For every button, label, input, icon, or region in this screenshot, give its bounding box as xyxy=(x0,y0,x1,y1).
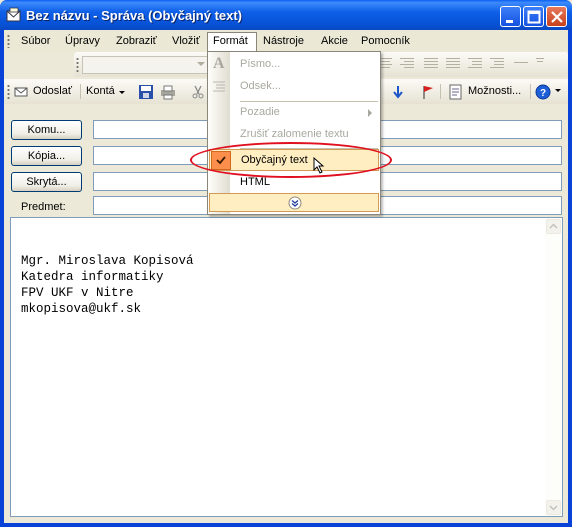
bcc-button[interactable]: Skrytá... xyxy=(11,172,82,192)
line-icon[interactable] xyxy=(514,58,528,70)
print-icon[interactable] xyxy=(160,84,176,100)
accounts-button[interactable]: Kontá xyxy=(86,83,128,101)
menu-subor[interactable]: Súbor xyxy=(16,33,55,50)
message-body[interactable]: Mgr. Miroslava Kopisová Katedra informati… xyxy=(10,217,563,517)
chevron-down-icon xyxy=(197,62,205,66)
menu-item-font[interactable]: A Písmo... xyxy=(208,54,380,76)
format-dropdown-menu: A Písmo... Odsek... Pozadie Zrušiť zalom… xyxy=(207,51,381,215)
flag-icon[interactable] xyxy=(420,84,436,100)
annotation-ellipse xyxy=(190,142,392,178)
cut-icon[interactable] xyxy=(190,84,206,100)
align-right-icon[interactable] xyxy=(400,58,414,70)
vertical-scrollbar[interactable] xyxy=(545,218,562,516)
menu-bar: Súbor Úpravy Zobraziť Vložiť Formát Nást… xyxy=(4,30,568,52)
title-bar[interactable]: Bez názvu - Správa (Obyčajný text) xyxy=(0,0,572,30)
menu-item-background[interactable]: Pozadie xyxy=(208,102,380,124)
menubar-grip[interactable] xyxy=(7,34,10,48)
cc-label: Kópia... xyxy=(27,150,66,162)
menu-expand-button[interactable] xyxy=(209,193,379,212)
body-line: mkopisova@ukf.sk xyxy=(21,302,142,316)
menu-vlozit[interactable]: Vložiť xyxy=(167,33,205,50)
numbering-icon[interactable] xyxy=(424,58,438,70)
chevron-down-icon xyxy=(119,91,125,94)
signature-text: Mgr. Miroslava Kopisová Katedra informati… xyxy=(21,253,194,317)
menu-akcie[interactable]: Akcie xyxy=(316,33,353,50)
font-a-icon: A xyxy=(213,55,225,72)
mail-message-icon xyxy=(6,7,21,22)
menu-item-unwrap-label: Zrušiť zalomenie textu xyxy=(240,128,349,140)
scroll-down-button[interactable] xyxy=(546,500,561,515)
toolbar-separator xyxy=(530,84,531,99)
increase-indent-icon[interactable] xyxy=(490,58,504,70)
to-label: Komu... xyxy=(27,124,66,136)
menu-item-paragraph-label: Odsek... xyxy=(240,80,281,92)
chevron-down-icon[interactable] xyxy=(555,89,561,92)
arrow-down-icon[interactable] xyxy=(390,84,406,100)
save-icon[interactable] xyxy=(138,84,154,100)
fmtbar-grip[interactable] xyxy=(76,57,79,72)
bcc-label: Skrytá... xyxy=(26,176,67,188)
bullets-icon[interactable] xyxy=(446,58,460,70)
font-style-combo[interactable] xyxy=(82,56,208,74)
help-icon[interactable]: ? xyxy=(535,84,551,100)
menu-item-font-label: Písmo... xyxy=(240,58,281,70)
scroll-up-button[interactable] xyxy=(546,219,561,234)
toolbar-separator xyxy=(80,84,81,99)
chevron-up-icon xyxy=(549,223,558,229)
menu-pomocnik[interactable]: Pomocník xyxy=(356,33,415,50)
double-chevron-down-icon xyxy=(288,196,302,210)
toolbar-separator xyxy=(440,84,441,99)
send-button[interactable]: Odoslať xyxy=(14,83,76,101)
body-line: Mgr. Miroslava Kopisová xyxy=(21,254,194,268)
paragraph-icon xyxy=(213,81,225,92)
maximize-button[interactable] xyxy=(523,6,544,27)
body-line: Katedra informatiky xyxy=(21,270,164,284)
submenu-arrow-icon xyxy=(368,109,372,117)
send-label: Odoslať xyxy=(33,85,72,97)
options-icon xyxy=(449,84,462,100)
options-label: Možnosti... xyxy=(468,85,522,97)
cc-button[interactable]: Kópia... xyxy=(11,146,82,166)
toolbar-options-icon[interactable] xyxy=(536,58,550,70)
chevron-down-icon xyxy=(549,505,558,511)
body-line: FPV UKF v Nitre xyxy=(21,286,134,300)
subject-label: Predmet: xyxy=(21,201,66,213)
menu-item-background-label: Pozadie xyxy=(240,106,280,118)
menu-nastroje[interactable]: Nástroje xyxy=(258,33,309,50)
minimize-button[interactable] xyxy=(500,6,521,27)
decrease-indent-icon[interactable] xyxy=(468,58,482,70)
svg-text:?: ? xyxy=(540,88,546,99)
menu-upravy[interactable]: Úpravy xyxy=(60,33,105,50)
menu-item-html-label: HTML xyxy=(240,176,270,188)
window-title: Bez názvu - Správa (Obyčajný text) xyxy=(26,8,243,23)
close-button[interactable] xyxy=(546,6,567,27)
options-button[interactable]: Možnosti... xyxy=(448,83,526,101)
send-icon xyxy=(14,87,28,97)
menu-format[interactable]: Formát xyxy=(207,32,257,52)
menu-item-paragraph[interactable]: Odsek... xyxy=(208,76,380,98)
to-button[interactable]: Komu... xyxy=(11,120,82,140)
accounts-label: Kontá xyxy=(86,85,115,97)
stdbar-grip[interactable] xyxy=(7,84,10,99)
menu-zobrazit[interactable]: Zobraziť xyxy=(111,33,162,50)
